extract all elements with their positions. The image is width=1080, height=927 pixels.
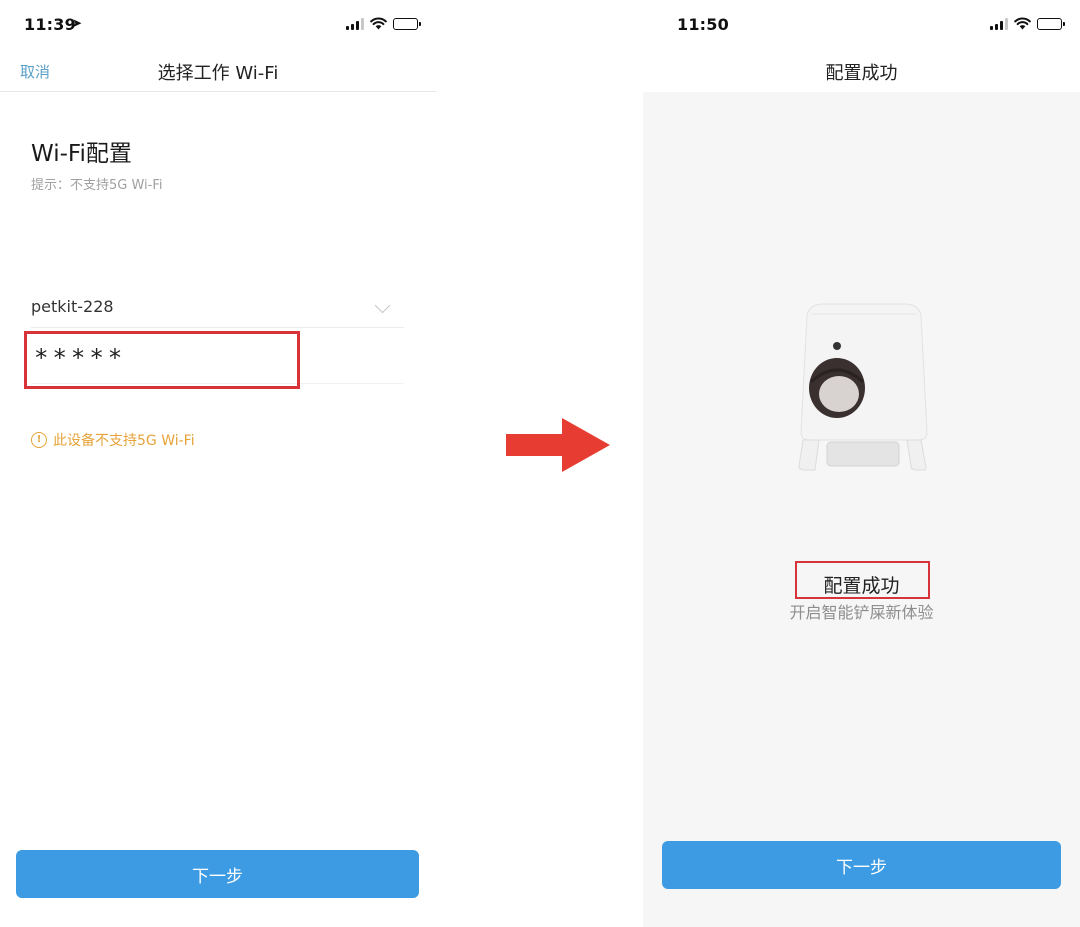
litter-box-device-image (798, 303, 928, 471)
status-bar: 11:50 (643, 0, 1080, 52)
config-success-screen: 11:50 配置成功 配置成功 开启智能铲屎新体验 下一步 (643, 0, 1080, 927)
nav-title: 配置成功 (825, 63, 898, 84)
chevron-down-icon (374, 297, 391, 314)
next-button[interactable]: 下一步 (662, 841, 1061, 889)
location-arrow-icon: ➤ (72, 16, 83, 30)
next-button[interactable]: 下一步 (16, 850, 419, 898)
wifi-ssid-selector[interactable]: petkit-228 (31, 284, 404, 328)
success-subtitle: 开启智能铲屎新体验 (789, 603, 934, 622)
page-title: Wi-Fi配置 (31, 141, 132, 167)
wifi-ssid-value: petkit-228 (31, 297, 114, 316)
wifi-config-screen: 11:39 ➤ 取消 选择工作 Wi-Fi Wi-Fi配置 提示：不支持5G W… (0, 0, 436, 927)
nav-bar: 配置成功 (643, 52, 1080, 92)
wifi-icon (370, 17, 387, 30)
cellular-signal-icon (990, 17, 1008, 30)
status-time: 11:39 (24, 15, 76, 34)
battery-icon (393, 17, 421, 30)
warning-row: ! 此设备不支持5G Wi-Fi (31, 430, 195, 450)
success-highlight-box (795, 561, 930, 599)
wifi-icon (1014, 17, 1031, 30)
nav-bar: 取消 选择工作 Wi-Fi (0, 52, 436, 92)
transition-arrow-icon (504, 416, 612, 474)
cellular-signal-icon (346, 17, 364, 30)
nav-title: 选择工作 Wi-Fi (157, 63, 279, 84)
status-icons (990, 17, 1065, 30)
status-bar: 11:39 ➤ (0, 0, 436, 52)
hint-text: 提示：不支持5G Wi-Fi (31, 178, 163, 193)
battery-icon (1037, 17, 1065, 30)
password-highlight-box (24, 331, 300, 389)
warning-text: 此设备不支持5G Wi-Fi (53, 433, 195, 449)
info-icon: ! (31, 432, 47, 448)
status-time: 11:50 (677, 15, 729, 34)
status-icons (346, 17, 421, 30)
